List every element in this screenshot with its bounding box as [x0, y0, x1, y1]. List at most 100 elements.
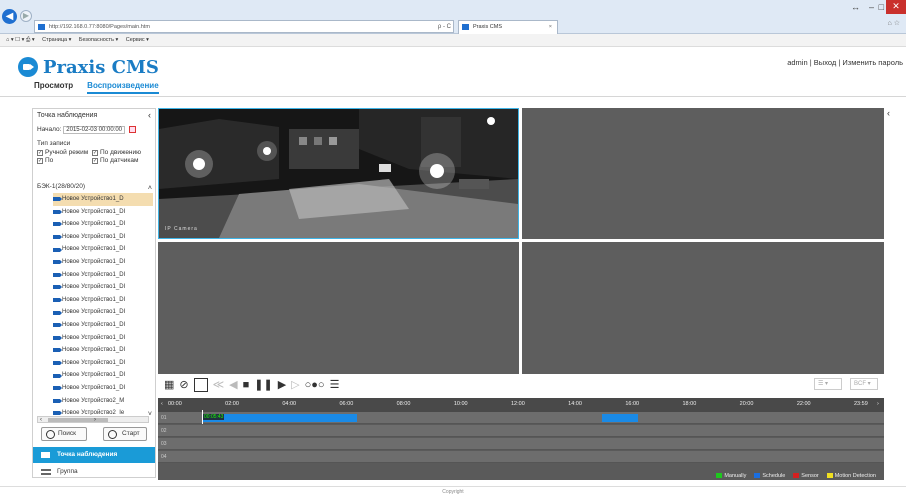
address-url: http://192.168.0.77:8080/Pages/main.htm	[49, 24, 150, 30]
search-button-label: Поиск	[58, 430, 77, 437]
device-item[interactable]: Новое Устройство1_DI	[53, 319, 153, 332]
device-item[interactable]: Новое Устройство1_DI	[53, 218, 153, 231]
video-cell-4[interactable]	[522, 242, 884, 374]
device-item[interactable]: Новое Устройство1_DI	[53, 294, 153, 307]
device-item[interactable]: Новое Устройство1_DI	[53, 206, 153, 219]
device-item[interactable]: Новое Устройство1_DI	[53, 357, 153, 370]
device-item[interactable]: Новое Устройство1_DI	[53, 256, 153, 269]
collapse-right-icon[interactable]: ‹	[887, 108, 890, 118]
tab-close-icon[interactable]: ×	[549, 21, 552, 34]
minimize-icon[interactable]: –	[869, 2, 874, 12]
format-dropdown[interactable]: BCF ▾	[850, 378, 878, 390]
change-password-link[interactable]: Изменить пароль	[842, 58, 903, 67]
legend-label: Schedule	[762, 473, 786, 479]
timeline[interactable]: ‹ 00:00 02:00 04:00 06:00 08:00 10:00 12:00 14:0…	[158, 398, 884, 480]
close-window-icon[interactable]: ✕	[886, 0, 906, 14]
device-item[interactable]: Новое Устройство2_M	[53, 395, 153, 408]
timeline-row[interactable]: 01	[158, 412, 884, 424]
device-item[interactable]: Новое Устройство1_DI	[53, 281, 153, 294]
timeline-row[interactable]: 03	[158, 438, 884, 450]
device-label: Новое Устройство2_Ie	[62, 410, 125, 415]
record-type-motion[interactable]: ✓ По движению	[92, 149, 147, 156]
search-button[interactable]: Поиск	[41, 427, 87, 441]
camera-icon	[53, 298, 62, 303]
device-item[interactable]: Новое Устройство1_D	[53, 193, 153, 206]
step-forward-icon[interactable]: ▷	[291, 378, 299, 392]
stop-icon[interactable]: ■	[243, 378, 250, 392]
camera-icon	[53, 247, 62, 252]
checkbox-icon[interactable]: ✓	[92, 158, 98, 164]
horizontal-scrollbar[interactable]: ‹ ›	[37, 416, 149, 423]
back-button[interactable]: ◀	[2, 9, 17, 24]
restore-icon[interactable]: ↔	[851, 2, 860, 12]
device-item[interactable]: Новое Устройство1_DI	[53, 369, 153, 382]
scroll-thumb[interactable]	[48, 418, 108, 422]
address-bar[interactable]: http://192.168.0.77:8080/Pages/main.htm …	[34, 20, 454, 33]
device-item[interactable]: Новое Устройство2_Ie	[53, 407, 153, 415]
search-refresh-icon[interactable]: ρ - C	[438, 21, 451, 33]
record-type-schedule[interactable]: ✓ По	[37, 157, 92, 164]
speed-slider-icon[interactable]: ○●○	[305, 378, 325, 392]
device-item[interactable]: Новое Устройство1_DI	[53, 382, 153, 395]
grid-layout-icon[interactable]: ▦	[164, 378, 174, 392]
rewind-icon[interactable]: ≪	[213, 378, 225, 392]
device-label: Новое Устройство1_DI	[62, 372, 126, 379]
device-item[interactable]: Новое Устройство1_DI	[53, 231, 153, 244]
timeline-next-icon[interactable]: ›	[877, 401, 879, 407]
menu-list-icon[interactable]: ☰	[330, 378, 340, 392]
stop-all-icon[interactable]: ⊘	[179, 378, 188, 392]
maximize-icon[interactable]: □	[879, 2, 884, 12]
collapse-left-icon[interactable]: ‹	[148, 110, 151, 120]
device-item[interactable]: Новое Устройство1_DI	[53, 269, 153, 282]
checkbox-icon[interactable]: ✓	[92, 150, 98, 156]
recording-segment[interactable]	[602, 414, 638, 422]
start-date-input[interactable]: 2015-02-03 00:00:00	[63, 126, 125, 135]
timeline-row[interactable]: 04	[158, 451, 884, 463]
device-group-node[interactable]: БЭК-1(28/80/20)	[37, 183, 85, 190]
video-cell-2[interactable]	[522, 108, 884, 239]
record-type-sensor[interactable]: ✓ По датчикам	[92, 157, 147, 164]
scroll-up-icon[interactable]: ˄	[148, 185, 152, 192]
timeline-hour-label: 04:00	[282, 401, 297, 407]
scroll-right-icon[interactable]: ›	[94, 417, 96, 423]
start-button[interactable]: Старт	[103, 427, 147, 441]
camera-icon	[53, 361, 62, 366]
forward-button[interactable]: ▶	[20, 10, 32, 22]
tab-playback[interactable]: Воспроизведение	[87, 81, 159, 94]
tab-observation-points[interactable]: Точка наблюдения	[33, 447, 155, 463]
menu-security[interactable]: Безопасность ▾	[79, 37, 118, 43]
home-star-icon[interactable]: ⌂ ☆	[888, 19, 900, 27]
browser-titlebar: ◀ ▶ http://192.168.0.77:8080/Pages/main.…	[0, 0, 906, 34]
fullscreen-icon[interactable]	[193, 378, 208, 392]
video-cell-1[interactable]: IP Camera	[158, 108, 519, 239]
layout-dropdown[interactable]: ☰ ▾	[814, 378, 842, 390]
device-item[interactable]: Новое Устройство1_DI	[53, 344, 153, 357]
checkbox-icon[interactable]: ✓	[37, 150, 43, 156]
channel-label: 01	[161, 415, 167, 421]
video-cell-3[interactable]	[158, 242, 519, 374]
pause-icon[interactable]: ❚❚	[254, 378, 272, 392]
browser-tab[interactable]: Praxis CMS ×	[458, 20, 558, 34]
device-label: Новое Устройство1_DI	[62, 258, 126, 265]
logout-link[interactable]: Выход	[814, 58, 836, 67]
device-item[interactable]: Новое Устройство1_DI	[53, 332, 153, 345]
camera-icon	[53, 235, 62, 240]
menu-tools[interactable]: Сервис ▾	[126, 37, 149, 43]
scroll-left-icon[interactable]: ‹	[40, 417, 42, 423]
timeline-prev-icon[interactable]: ‹	[161, 401, 163, 407]
step-back-icon[interactable]: ◀	[229, 378, 237, 392]
menu-page[interactable]: Страница ▾	[42, 37, 71, 43]
recording-segment[interactable]	[202, 414, 357, 422]
timeline-row[interactable]: 02	[158, 425, 884, 437]
calendar-icon[interactable]	[128, 126, 136, 133]
camera-icon	[53, 335, 62, 340]
home-icon[interactable]: ⌂ ▾ ☐ ▾ ⎙ ▾	[6, 37, 35, 43]
tab-view[interactable]: Просмотр	[34, 81, 73, 94]
nav-divider	[0, 96, 906, 97]
device-item[interactable]: Новое Устройство1_DI	[53, 306, 153, 319]
record-type-manual[interactable]: ✓ Ручной режим	[37, 149, 92, 156]
tab-group[interactable]: Группа	[33, 465, 155, 479]
checkbox-icon[interactable]: ✓	[37, 158, 43, 164]
device-item[interactable]: Новое Устройство1_DI	[53, 243, 153, 256]
play-icon[interactable]: ▶	[278, 378, 286, 392]
